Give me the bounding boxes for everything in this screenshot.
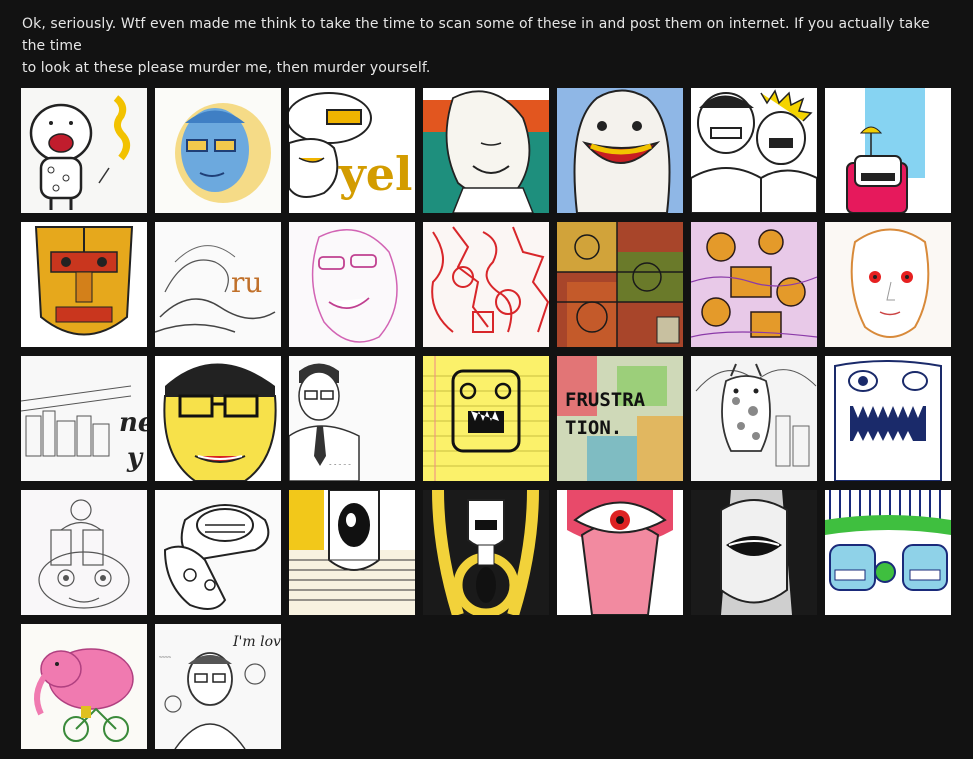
ru-text: ru	[231, 266, 262, 299]
drawing-colored-machinery-image	[557, 222, 683, 347]
drawing-red-doodle-image	[423, 222, 549, 347]
drawing-smiling-face-image	[423, 88, 549, 213]
drawing-orange-purple-doodle-image	[691, 222, 817, 347]
thumbnail-5[interactable]	[557, 88, 683, 213]
thumbnail-29[interactable]	[21, 624, 147, 749]
ne-text: ne	[119, 408, 147, 438]
thumbnail-13[interactable]	[691, 222, 817, 347]
thumbnail-25[interactable]	[423, 490, 549, 615]
y-text: y	[126, 443, 144, 473]
drawing-mechanical-hand-image	[155, 490, 281, 615]
drawing-blue-face-image	[155, 88, 281, 213]
thumbnail-21[interactable]	[825, 356, 951, 481]
drawing-blue-monster-image	[825, 356, 951, 481]
drawing-pink-elephant-image	[21, 624, 147, 749]
thumbnail-30[interactable]: I'm lovin' ~~~~	[155, 624, 281, 749]
yell-text: yel	[338, 147, 412, 201]
drawing-robot-yellow-paper-image	[423, 356, 549, 481]
thumbnail-14[interactable]	[825, 222, 951, 347]
tion-text: TION.	[565, 417, 622, 439]
intro-text: Ok, seriously. Wtf even made me think to…	[22, 13, 942, 79]
thumbnail-10[interactable]	[289, 222, 415, 347]
im-lovin-text: I'm lovin'	[232, 634, 281, 650]
thumbnail-17[interactable]: ~ ~ ~ ~ ~	[289, 356, 415, 481]
drawing-red-eye-tongue-image	[557, 490, 683, 615]
drawing-grinning-creature-image	[557, 88, 683, 213]
thumbnail-24[interactable]	[289, 490, 415, 615]
frustra-text: FRUSTRA	[565, 389, 646, 411]
sketch-scribble: ~~~~	[159, 655, 171, 661]
drawing-man-in-tie-image: ~ ~ ~ ~ ~	[289, 356, 415, 481]
thumbnail-1[interactable]	[21, 88, 147, 213]
thumbnail-19[interactable]: FRUSTRA TION.	[557, 356, 683, 481]
thumbnail-28[interactable]	[825, 490, 951, 615]
thumbnail-3[interactable]: yel	[289, 88, 415, 213]
drawing-pink-robot-image	[825, 88, 951, 213]
thumbnail-26[interactable]	[557, 490, 683, 615]
drawing-frustration-image: FRUSTRA TION.	[557, 356, 683, 481]
drawing-city-letters-image: ne y	[21, 356, 147, 481]
thumbnail-6[interactable]	[691, 88, 817, 213]
thumbnail-2[interactable]	[155, 88, 281, 213]
thumbnail-7[interactable]	[825, 88, 951, 213]
drawing-black-face-mouth-image	[691, 490, 817, 615]
drawing-yell-lettering-image: yel	[289, 88, 415, 213]
drawing-pink-face-image	[289, 222, 415, 347]
drawing-tiki-mask-image	[21, 222, 147, 347]
thumbnail-15[interactable]: ne y	[21, 356, 147, 481]
thumbnail-20[interactable]	[691, 356, 817, 481]
drawing-yellow-eye-figure-image	[289, 490, 415, 615]
thumbnail-23[interactable]	[155, 490, 281, 615]
thumbnail-22[interactable]	[21, 490, 147, 615]
drawing-sketch-letters-image: ru	[155, 222, 281, 347]
thumbnail-11[interactable]	[423, 222, 549, 347]
thumbnail-9[interactable]: ru	[155, 222, 281, 347]
drawing-two-punks-image	[691, 88, 817, 213]
drawing-giraffe-image	[691, 356, 817, 481]
thumbnail-16[interactable]	[155, 356, 281, 481]
thumbnail-8[interactable]	[21, 222, 147, 347]
drawing-cartoon-monster-image	[21, 88, 147, 213]
tiny-caption: ~ ~ ~ ~ ~	[329, 462, 351, 467]
drawing-yellow-man-image	[155, 356, 281, 481]
thumbnail-27[interactable]	[691, 490, 817, 615]
drawing-woman-face-image	[825, 222, 951, 347]
drawing-skull-figure-image	[423, 490, 549, 615]
drawing-green-blue-characters-image	[825, 490, 951, 615]
intro-line-1: Ok, seriously. Wtf even made me think to…	[22, 16, 930, 54]
drawing-im-lovin-image: I'm lovin' ~~~~	[155, 624, 281, 749]
thumbnail-grid: yel ru n y ~ ~ ~ ~ ~ FRUSTRA TION. I'm l…	[21, 88, 953, 749]
thumbnail-4[interactable]	[423, 88, 549, 213]
thumbnail-12[interactable]	[557, 222, 683, 347]
thumbnail-18[interactable]	[423, 356, 549, 481]
drawing-face-couple-image	[21, 490, 147, 615]
intro-line-2: to look at these please murder me, then …	[22, 60, 431, 76]
